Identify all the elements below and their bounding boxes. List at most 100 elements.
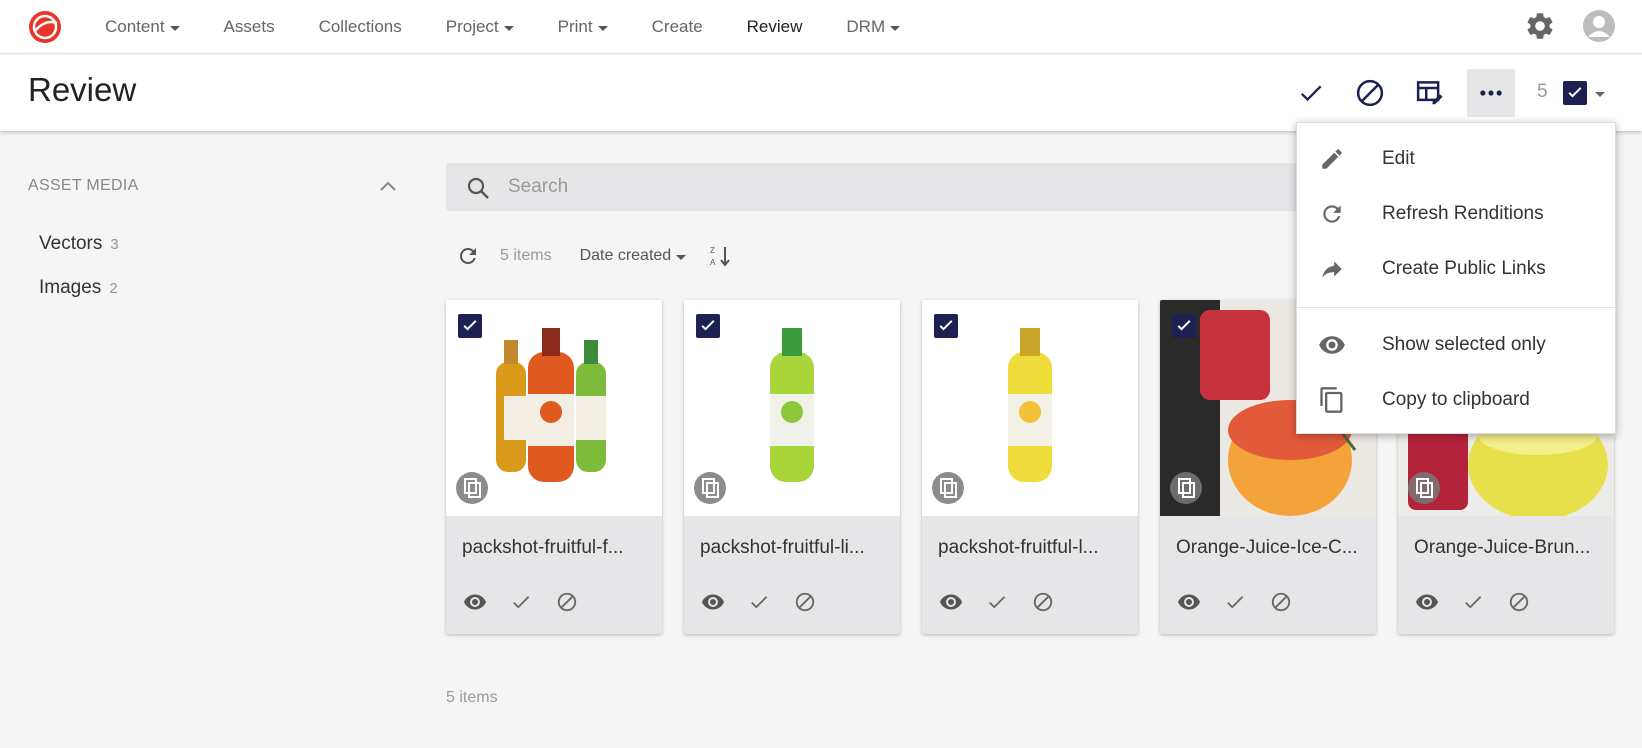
selection-dropdown-caret[interactable]	[1595, 92, 1605, 97]
search-input[interactable]	[508, 163, 1288, 211]
sort-dropdown[interactable]: Date created	[580, 247, 687, 265]
copy-badge-icon[interactable]	[1170, 472, 1202, 504]
footer-items-count: 5 items	[446, 689, 498, 706]
nav-project[interactable]: Project	[446, 17, 514, 37]
asset-select-checkbox[interactable]	[934, 314, 958, 338]
reject-block-icon[interactable]	[1504, 590, 1534, 614]
page-title: Review	[28, 71, 137, 108]
refresh-icon	[1317, 199, 1347, 229]
asset-name[interactable]: packshot-fruitful-f...	[462, 537, 652, 559]
reject-block-icon[interactable]	[1266, 590, 1296, 614]
select-all-checkbox[interactable]	[1563, 81, 1587, 105]
asset-select-checkbox[interactable]	[1172, 314, 1196, 338]
copy-badge-icon[interactable]	[456, 472, 488, 504]
settings-gear-icon[interactable]	[1524, 10, 1556, 42]
checkbox-checked-icon	[701, 320, 715, 331]
asset-actions	[1174, 590, 1312, 614]
menu-item-refresh-renditions[interactable]: Refresh Renditions	[1297, 186, 1617, 241]
sort-direction-icon[interactable]: Z A	[708, 244, 732, 268]
sidebar-item-label: Images	[39, 277, 102, 298]
checkmark-icon	[1300, 85, 1322, 102]
asset-name[interactable]: packshot-fruitful-li...	[700, 537, 890, 559]
asset-name[interactable]: packshot-fruitful-l...	[938, 537, 1128, 559]
chevron-down-icon	[676, 254, 687, 260]
reject-block-icon[interactable]	[790, 590, 820, 614]
menu-item-label: Create Public Links	[1382, 257, 1546, 279]
copy-badge-icon[interactable]	[694, 472, 726, 504]
menu-item-copy-to-clipboard[interactable]: Copy to clipboard	[1297, 372, 1617, 427]
reject-block-icon[interactable]	[1028, 590, 1058, 614]
asset-actions	[460, 590, 598, 614]
approve-checkmark-icon[interactable]	[1458, 590, 1488, 614]
sidebar-item-label: Vectors	[39, 233, 103, 254]
nav-content[interactable]: Content	[105, 17, 180, 37]
results-toolbar: 5 items Date created Z A	[456, 242, 732, 270]
checkbox-checked-icon	[1177, 320, 1191, 331]
asset-name[interactable]: Orange-Juice-Brun...	[1414, 537, 1604, 559]
copy-icon	[1317, 385, 1347, 415]
sidebar-item-count: 3	[110, 236, 119, 253]
preview-eye-icon[interactable]	[460, 590, 490, 614]
chevron-up-icon[interactable]	[378, 179, 398, 193]
brand-logo-icon[interactable]	[27, 9, 63, 45]
menu-item-label: Copy to clipboard	[1382, 388, 1530, 410]
menu-item-create-public-links[interactable]: Create Public Links	[1297, 241, 1617, 296]
more-actions-menu: Edit Refresh Renditions Create Public Li…	[1296, 122, 1617, 434]
refresh-icon[interactable]	[456, 244, 480, 268]
preview-eye-icon[interactable]	[698, 590, 728, 614]
nav-review[interactable]: Review	[747, 17, 803, 37]
reject-button[interactable]	[1346, 69, 1394, 117]
more-actions-button[interactable]	[1467, 69, 1515, 117]
chevron-down-icon	[597, 25, 608, 31]
nav-drm-label: DRM	[846, 17, 886, 36]
approve-checkmark-icon[interactable]	[982, 590, 1012, 614]
copy-badge-icon[interactable]	[1408, 472, 1440, 504]
asset-select-checkbox[interactable]	[696, 314, 720, 338]
user-avatar-icon[interactable]	[1582, 9, 1616, 43]
approve-button[interactable]	[1287, 69, 1335, 117]
main-menu: Content Assets Collections Project Print…	[105, 0, 944, 54]
approve-checkmark-icon[interactable]	[1220, 590, 1250, 614]
chevron-down-icon	[169, 25, 180, 31]
approve-checkmark-icon[interactable]	[506, 590, 536, 614]
more-horizontal-icon	[1480, 90, 1502, 96]
asset-actions	[698, 590, 836, 614]
preview-eye-icon[interactable]	[1174, 590, 1204, 614]
nav-assets[interactable]: Assets	[224, 17, 275, 37]
copy-badge-icon[interactable]	[932, 472, 964, 504]
items-count: 5 items	[500, 247, 552, 264]
selected-count: 5	[1537, 81, 1548, 102]
menu-item-edit[interactable]: Edit	[1297, 131, 1617, 186]
sidebar-item-images[interactable]: Images 2	[39, 277, 118, 299]
nav-project-label: Project	[445, 17, 499, 36]
nav-print[interactable]: Print	[558, 17, 608, 37]
sidebar-heading: ASSET MEDIA	[28, 177, 139, 194]
menu-item-label: Edit	[1382, 147, 1415, 169]
nav-collections[interactable]: Collections	[319, 17, 402, 37]
nav-create[interactable]: Create	[652, 17, 703, 37]
sidebar: ASSET MEDIA Vectors 3 Images 2	[0, 131, 420, 748]
asset-name[interactable]: Orange-Juice-Ice-C...	[1176, 537, 1366, 559]
nav-drm[interactable]: DRM	[846, 17, 901, 37]
nav-right-actions	[1524, 9, 1616, 43]
pencil-icon	[1317, 144, 1347, 174]
approve-checkmark-icon[interactable]	[744, 590, 774, 614]
preview-eye-icon[interactable]	[1412, 590, 1442, 614]
menu-item-show-selected-only[interactable]: Show selected only	[1297, 317, 1617, 372]
svg-text:A: A	[710, 258, 716, 267]
sidebar-item-count: 2	[109, 280, 118, 297]
asset-select-checkbox[interactable]	[458, 314, 482, 338]
preview-eye-icon[interactable]	[936, 590, 966, 614]
asset-card[interactable]: packshot-fruitful-li...	[684, 300, 900, 634]
search-bar	[446, 163, 1316, 211]
asset-card[interactable]: packshot-fruitful-f...	[446, 300, 662, 634]
reject-block-icon[interactable]	[552, 590, 582, 614]
sort-label: Date created	[579, 247, 672, 264]
block-icon	[1356, 79, 1384, 107]
asset-card[interactable]: packshot-fruitful-l...	[922, 300, 1138, 634]
bulk-edit-button[interactable]	[1406, 69, 1454, 117]
nav-collections-label: Collections	[318, 17, 402, 36]
page-header: Review 5	[0, 55, 1642, 131]
sidebar-item-vectors[interactable]: Vectors 3	[39, 233, 119, 255]
share-arrow-icon	[1317, 254, 1347, 284]
